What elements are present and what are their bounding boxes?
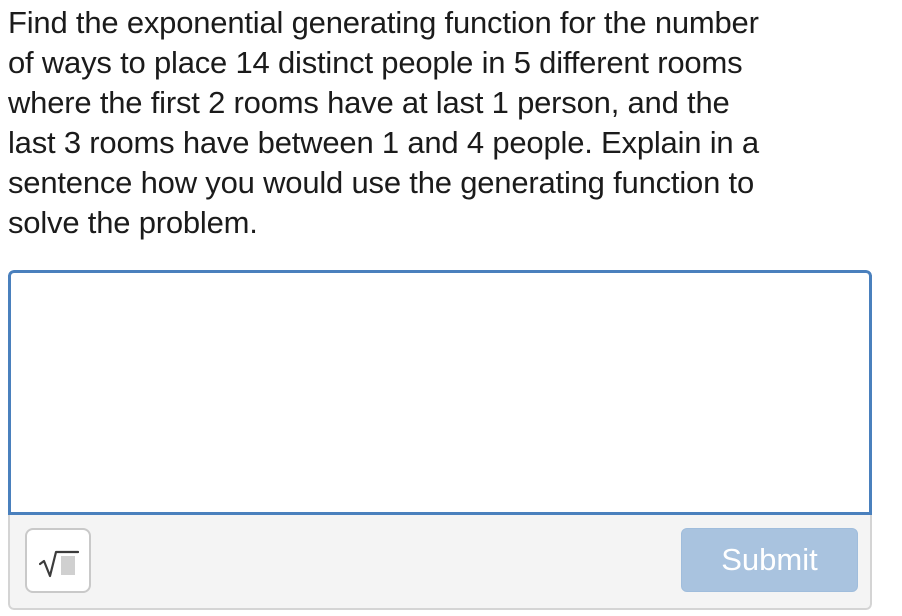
answer-toolbar: Submit (8, 515, 872, 610)
submit-button[interactable]: Submit (681, 528, 858, 592)
math-editor-button[interactable] (25, 528, 91, 593)
question-text: Find the exponential generating function… (8, 5, 759, 240)
square-root-icon (39, 550, 79, 578)
answer-panel: Submit (8, 270, 872, 610)
answer-input[interactable] (8, 270, 872, 515)
